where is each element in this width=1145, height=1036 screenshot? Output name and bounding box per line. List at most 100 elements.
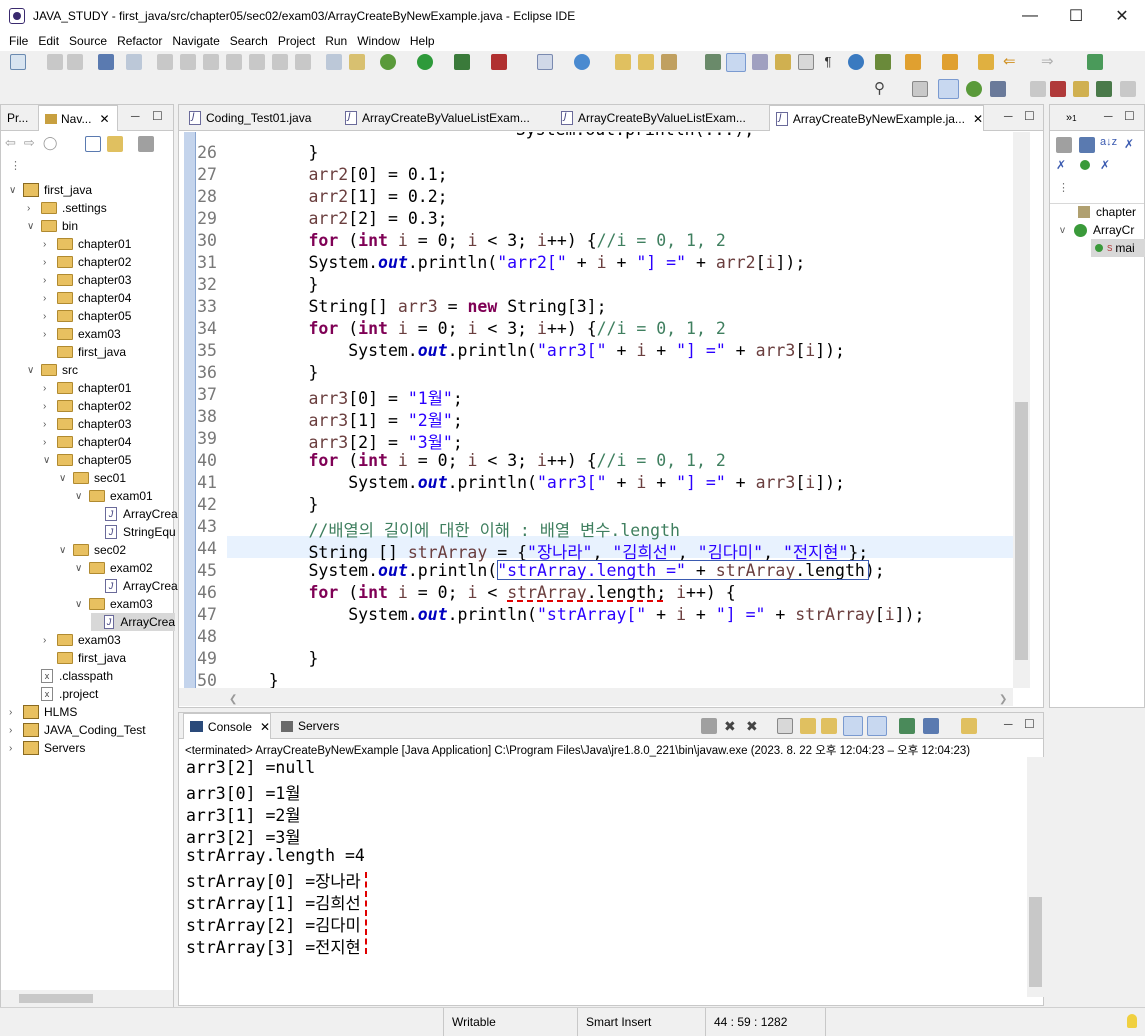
chevron-right-icon[interactable]: › <box>43 401 53 412</box>
chevron-right-icon[interactable]: › <box>43 311 53 322</box>
remove-launch-icon[interactable]: ✖ <box>724 718 740 734</box>
chevron-right-icon[interactable]: › <box>9 725 19 736</box>
debug-icon[interactable] <box>380 54 396 70</box>
collapse-all-icon[interactable] <box>1079 137 1095 153</box>
code-line[interactable]: //배열의 길이에 대한 이해 : 배열 변수.length <box>229 517 679 541</box>
maximize-view-icon[interactable]: ☐ <box>1024 717 1035 731</box>
display-console-icon[interactable] <box>923 718 939 734</box>
mark-occurrences-icon[interactable] <box>752 54 768 70</box>
collapse-all-icon[interactable] <box>85 136 101 152</box>
view-menu-icon[interactable] <box>138 136 154 152</box>
close-icon[interactable]: ✕ <box>260 720 270 734</box>
use-step-filters-icon[interactable] <box>326 54 342 70</box>
tree-item[interactable]: › chapter04 <box>43 289 131 307</box>
menu-search[interactable]: Search <box>225 34 273 48</box>
suspend-icon[interactable] <box>180 54 196 70</box>
open-perspective-icon[interactable] <box>912 81 928 97</box>
tree-item[interactable]: ∨ exam01 <box>75 487 153 505</box>
tree-item[interactable]: › chapter05 <box>43 307 131 325</box>
scrollbar-thumb[interactable] <box>19 994 93 1003</box>
minimize-view-icon[interactable]: ─ <box>1104 109 1113 123</box>
code-line[interactable]: String[] arr3 = new String[3]; <box>229 297 606 316</box>
code-line[interactable]: for (int i = 0; i < 3; i++) {//i = 0, 1,… <box>229 319 725 338</box>
java-ee-perspective-icon[interactable] <box>938 79 959 99</box>
open-console-icon[interactable] <box>961 718 977 734</box>
code-line[interactable]: arr2[2] = 0.3; <box>229 209 447 228</box>
forward-icon[interactable]: ⇒ <box>1041 54 1057 70</box>
menu-project[interactable]: Project <box>273 34 320 48</box>
chevron-right-icon[interactable]: › <box>43 239 53 250</box>
tab-value-list-1[interactable]: ArrayCreateByValueListExam... <box>339 105 539 131</box>
code-line[interactable]: arr2[1] = 0.2; <box>229 187 447 206</box>
chevron-down-icon[interactable]: ∨ <box>75 491 85 502</box>
tree-item[interactable]: › exam03 <box>43 325 121 343</box>
chevron-down-icon[interactable]: ∨ <box>43 455 53 466</box>
debug-perspective-icon[interactable] <box>966 81 982 97</box>
resume-icon[interactable] <box>157 54 173 70</box>
new-icon[interactable] <box>10 54 26 70</box>
tree-item[interactable]: ∨ src <box>27 361 78 379</box>
tree-item[interactable]: › chapter01 <box>43 379 131 397</box>
ant-icon[interactable] <box>875 54 891 70</box>
previous-annotation-icon[interactable] <box>942 54 958 70</box>
outline-item-package[interactable]: chapter <box>1078 203 1136 221</box>
scroll-left-icon[interactable]: ❮ <box>229 694 237 705</box>
block-selection-icon[interactable] <box>775 54 791 70</box>
chevron-right-icon[interactable]: › <box>43 329 53 340</box>
last-edit-location-icon[interactable] <box>978 54 994 70</box>
chevron-right-icon[interactable]: › <box>43 635 53 646</box>
tree-item[interactable]: ∨ exam03 <box>75 595 153 613</box>
new-java-project-icon[interactable] <box>537 54 553 70</box>
code-line[interactable]: } <box>229 495 318 514</box>
tree-item[interactable]: › chapter03 <box>43 415 131 433</box>
terminal-icon[interactable] <box>98 54 114 70</box>
chevron-right-icon[interactable]: › <box>43 383 53 394</box>
code-line[interactable]: System.out.println("arr3[" + i + "] =" +… <box>229 341 845 360</box>
chevron-right-icon[interactable]: › <box>43 437 53 448</box>
hierarchy-icon[interactable] <box>1096 81 1112 97</box>
step-over-icon[interactable] <box>272 54 288 70</box>
tab-navigator[interactable]: Nav... ✕ <box>38 105 118 131</box>
tree-item[interactable]: › chapter03 <box>43 271 131 289</box>
menu-navigate[interactable]: Navigate <box>167 34 224 48</box>
tree-item[interactable]: › chapter02 <box>43 253 131 271</box>
highlight-icon[interactable] <box>726 53 746 72</box>
disconnect-icon[interactable] <box>226 54 242 70</box>
web-browser-icon[interactable] <box>848 54 864 70</box>
code-line[interactable]: System.out.println("arr3[" + i + "] =" +… <box>229 473 845 492</box>
close-icon[interactable]: ✕ <box>99 112 109 126</box>
run-coverage-icon[interactable] <box>454 54 470 70</box>
restore-view-icon[interactable] <box>1120 81 1136 97</box>
chevron-right-icon[interactable]: › <box>43 257 53 268</box>
clear-console-icon[interactable] <box>777 718 793 734</box>
code-line[interactable]: arr3[2] = "3월"; <box>229 429 462 453</box>
terminate-icon[interactable] <box>203 54 219 70</box>
code-line[interactable]: for (int i = 0; i < 3; i++) {//i = 0, 1,… <box>229 451 725 470</box>
hide-local-types-icon[interactable]: ✗ <box>1100 158 1116 174</box>
tree-item[interactable]: J ArrayCrea <box>91 505 178 523</box>
hide-nonpublic-icon[interactable] <box>1080 160 1090 170</box>
close-icon[interactable]: ✕ <box>973 112 983 126</box>
code-line[interactable]: } <box>229 143 318 162</box>
word-wrap-icon[interactable] <box>798 54 814 70</box>
tab-console[interactable]: Console ✕ <box>183 713 271 739</box>
editor-horizontal-scrollbar[interactable]: ❮ ❯ <box>179 688 1013 706</box>
step-into-icon[interactable] <box>249 54 265 70</box>
code-line[interactable]: } <box>229 649 318 668</box>
scroll-right-icon[interactable]: ❯ <box>999 694 1007 705</box>
hide-fields-icon[interactable]: ✗ <box>1124 137 1140 153</box>
remove-all-icon[interactable]: ✖ <box>746 718 762 734</box>
tree-item[interactable]: J StringEqu <box>91 523 176 541</box>
minimize-view-icon[interactable]: ─ <box>1004 717 1013 731</box>
minimize-view-icon[interactable]: ─ <box>131 109 140 123</box>
terminate-icon[interactable] <box>701 718 717 734</box>
link-editor-icon[interactable] <box>107 136 123 152</box>
sort-alpha-icon[interactable]: a↓z <box>1100 136 1117 152</box>
outline-item-class[interactable]: v ArrayCr <box>1060 221 1134 239</box>
tab-servers[interactable]: Servers <box>275 713 345 739</box>
chevron-right-icon[interactable]: › <box>9 743 19 754</box>
chevron-down-icon[interactable]: ∨ <box>9 185 19 196</box>
word-wrap-icon[interactable] <box>821 718 837 734</box>
code-line[interactable]: arr3[0] = "1월"; <box>229 385 462 409</box>
maximize-button[interactable]: ☐ <box>1053 0 1099 31</box>
